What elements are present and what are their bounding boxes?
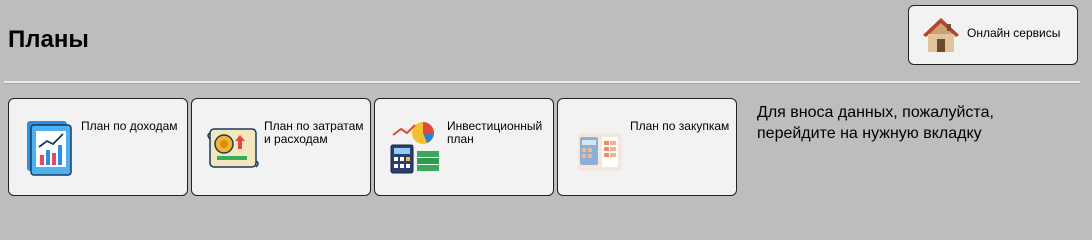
expenses-coin-icon [204, 117, 260, 177]
tile-label: План по затратам и расходам [264, 119, 364, 146]
info-line: перейдите на нужную вкладку [757, 125, 982, 142]
tile-investment-plan[interactable]: Инвестиционный план [374, 98, 554, 196]
investment-calculator-icon [387, 117, 443, 177]
header-divider [4, 81, 1080, 84]
house-icon [921, 15, 961, 55]
tile-label: Инвестиционный план [447, 119, 543, 146]
tile-label: План по закупкам [630, 119, 730, 133]
info-message: Для вноса данных, пожалуйста, перейдите … [757, 102, 1077, 144]
online-services-button[interactable]: Онлайн сервисы [908, 5, 1078, 65]
online-services-label: Онлайн сервисы [967, 26, 1061, 40]
page-title: Планы [8, 26, 89, 53]
info-line: Для вноса данных, пожалуйста, [757, 104, 994, 121]
tile-purchase-plan[interactable]: План по закупкам [557, 98, 737, 196]
income-chart-icon [21, 117, 77, 177]
tile-label: План по доходам [81, 119, 178, 133]
purchase-calculator-icon [570, 117, 626, 177]
tile-expenses-plan[interactable]: План по затратам и расходам [191, 98, 371, 196]
tile-income-plan[interactable]: План по доходам [8, 98, 188, 196]
